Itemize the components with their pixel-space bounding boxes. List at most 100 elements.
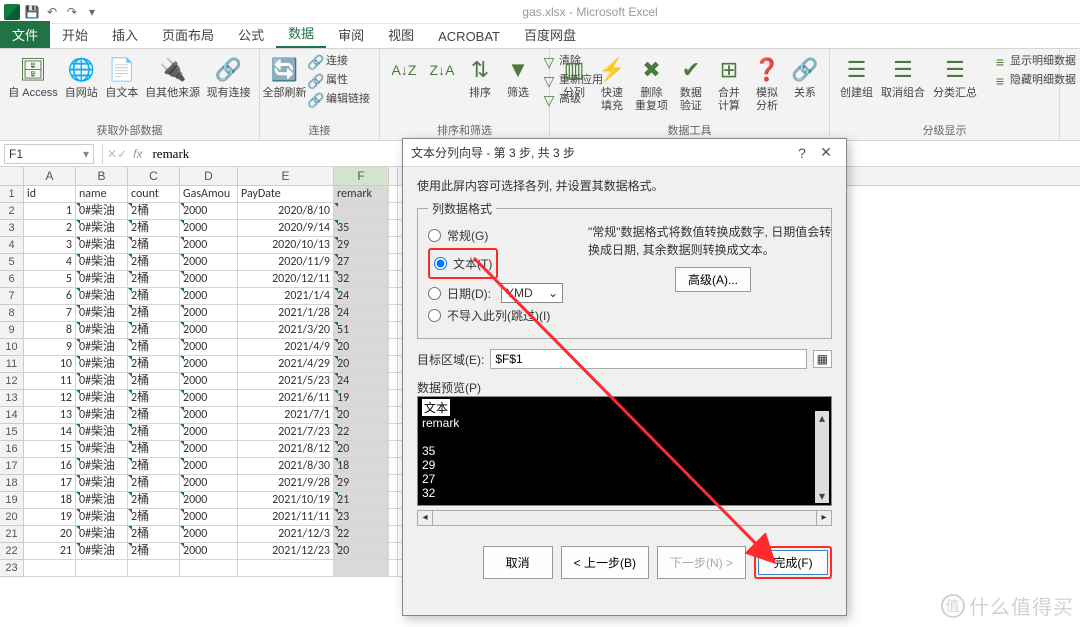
cell[interactable]: 5 xyxy=(24,271,76,288)
row-header[interactable]: 11 xyxy=(0,356,24,373)
cell[interactable]: 20 xyxy=(334,356,389,373)
row-header[interactable]: 12 xyxy=(0,373,24,390)
cell[interactable] xyxy=(334,203,389,220)
cell[interactable]: 2020/8/10 xyxy=(238,203,334,220)
row-header[interactable]: 13 xyxy=(0,390,24,407)
cell[interactable]: 2021/12/23 xyxy=(238,543,334,560)
cell[interactable]: 2000 xyxy=(180,373,238,390)
cell[interactable] xyxy=(389,424,398,441)
cell[interactable]: 2000 xyxy=(180,254,238,271)
cell[interactable]: 0#柴油 xyxy=(76,356,128,373)
cell[interactable]: 2000 xyxy=(180,356,238,373)
cell[interactable] xyxy=(389,458,398,475)
cell[interactable]: 20 xyxy=(334,407,389,424)
cell[interactable]: 2桶 xyxy=(128,441,180,458)
cell[interactable] xyxy=(389,543,398,560)
dtool-1[interactable]: ⚡快速填充 xyxy=(594,53,630,115)
scroll-up-icon[interactable]: ▴ xyxy=(815,411,829,425)
cell[interactable] xyxy=(389,254,398,271)
cell[interactable]: 2000 xyxy=(180,475,238,492)
cell[interactable]: name xyxy=(76,186,128,203)
cell[interactable]: 2桶 xyxy=(128,220,180,237)
cell[interactable]: 2020/11/9 xyxy=(238,254,334,271)
cell[interactable]: 2000 xyxy=(180,543,238,560)
refresh-all-button[interactable]: 🔄全部刷新 xyxy=(266,53,303,102)
cell[interactable]: 2桶 xyxy=(128,271,180,288)
redo-icon[interactable]: ↷ xyxy=(64,4,80,20)
cell[interactable]: 29 xyxy=(334,475,389,492)
tab-0[interactable]: 开始 xyxy=(50,21,100,48)
col-header-E[interactable]: E xyxy=(238,167,334,185)
cell[interactable] xyxy=(389,509,398,526)
cell[interactable]: 6 xyxy=(24,288,76,305)
cell[interactable]: 0#柴油 xyxy=(76,526,128,543)
row-header[interactable]: 19 xyxy=(0,492,24,509)
cell[interactable]: 2000 xyxy=(180,339,238,356)
cell[interactable] xyxy=(389,203,398,220)
cell[interactable] xyxy=(389,560,398,577)
cell[interactable]: 0#柴油 xyxy=(76,458,128,475)
cell[interactable]: 19 xyxy=(24,509,76,526)
cell[interactable]: 2020/9/14 xyxy=(238,220,334,237)
cell[interactable] xyxy=(389,526,398,543)
cell[interactable]: 2021/7/1 xyxy=(238,407,334,424)
cell[interactable]: 24 xyxy=(334,305,389,322)
cell[interactable] xyxy=(389,186,398,203)
tab-6[interactable]: 视图 xyxy=(376,21,426,48)
cell[interactable]: 2021/1/4 xyxy=(238,288,334,305)
col-header-D[interactable]: D xyxy=(180,167,238,185)
cell[interactable]: 2000 xyxy=(180,288,238,305)
dtool-6[interactable]: 🔗关系 xyxy=(787,53,823,102)
cell[interactable]: 23 xyxy=(334,509,389,526)
cell[interactable]: 2021/12/3 xyxy=(238,526,334,543)
cell[interactable]: 16 xyxy=(24,458,76,475)
cell[interactable]: 2000 xyxy=(180,509,238,526)
row-header[interactable]: 15 xyxy=(0,424,24,441)
radio-skip[interactable]: 不导入此列(跳过)(I) xyxy=(428,307,821,324)
cell[interactable]: 2桶 xyxy=(128,373,180,390)
row-header[interactable]: 20 xyxy=(0,509,24,526)
cell[interactable]: 7 xyxy=(24,305,76,322)
cell[interactable]: 2桶 xyxy=(128,288,180,305)
tab-1[interactable]: 插入 xyxy=(100,21,150,48)
cell[interactable] xyxy=(389,492,398,509)
cell[interactable]: 2桶 xyxy=(128,237,180,254)
cell[interactable] xyxy=(389,441,398,458)
row-header[interactable]: 18 xyxy=(0,475,24,492)
cell[interactable]: 0#柴油 xyxy=(76,271,128,288)
cell[interactable]: count xyxy=(128,186,180,203)
cell[interactable]: 15 xyxy=(24,441,76,458)
cell[interactable]: 1 xyxy=(24,203,76,220)
cell[interactable]: 0#柴油 xyxy=(76,441,128,458)
cell[interactable] xyxy=(389,475,398,492)
cell[interactable]: 24 xyxy=(334,288,389,305)
dtool-3[interactable]: ✔数据验证 xyxy=(673,53,709,115)
cell[interactable]: 2021/8/30 xyxy=(238,458,334,475)
cell[interactable]: 27 xyxy=(334,254,389,271)
ext-data-0[interactable]: 🗄自 Access xyxy=(6,53,60,102)
tab-7[interactable]: ACROBAT xyxy=(426,25,512,48)
cell[interactable]: 2桶 xyxy=(128,305,180,322)
advanced-button[interactable]: 高级(A)... xyxy=(675,267,751,292)
cell[interactable]: 0#柴油 xyxy=(76,509,128,526)
cell[interactable] xyxy=(128,560,180,577)
cell[interactable]: 14 xyxy=(24,424,76,441)
cell[interactable]: 0#柴油 xyxy=(76,237,128,254)
cell[interactable]: 10 xyxy=(24,356,76,373)
cell[interactable]: 20 xyxy=(334,339,389,356)
cell[interactable]: 0#柴油 xyxy=(76,203,128,220)
cell[interactable]: 29 xyxy=(334,237,389,254)
cell[interactable]: 2桶 xyxy=(128,458,180,475)
cell[interactable]: 32 xyxy=(334,271,389,288)
cell[interactable]: 2000 xyxy=(180,458,238,475)
cell[interactable]: 0#柴油 xyxy=(76,424,128,441)
ext-data-3[interactable]: 🔌自其他来源 xyxy=(143,53,202,102)
cell[interactable]: 9 xyxy=(24,339,76,356)
cell[interactable] xyxy=(389,305,398,322)
cell[interactable]: 0#柴油 xyxy=(76,220,128,237)
cell[interactable]: 11 xyxy=(24,373,76,390)
cell[interactable]: 35 xyxy=(334,220,389,237)
close-icon[interactable]: ✕ xyxy=(814,143,838,163)
cell[interactable]: 13 xyxy=(24,407,76,424)
cell[interactable]: 22 xyxy=(334,424,389,441)
